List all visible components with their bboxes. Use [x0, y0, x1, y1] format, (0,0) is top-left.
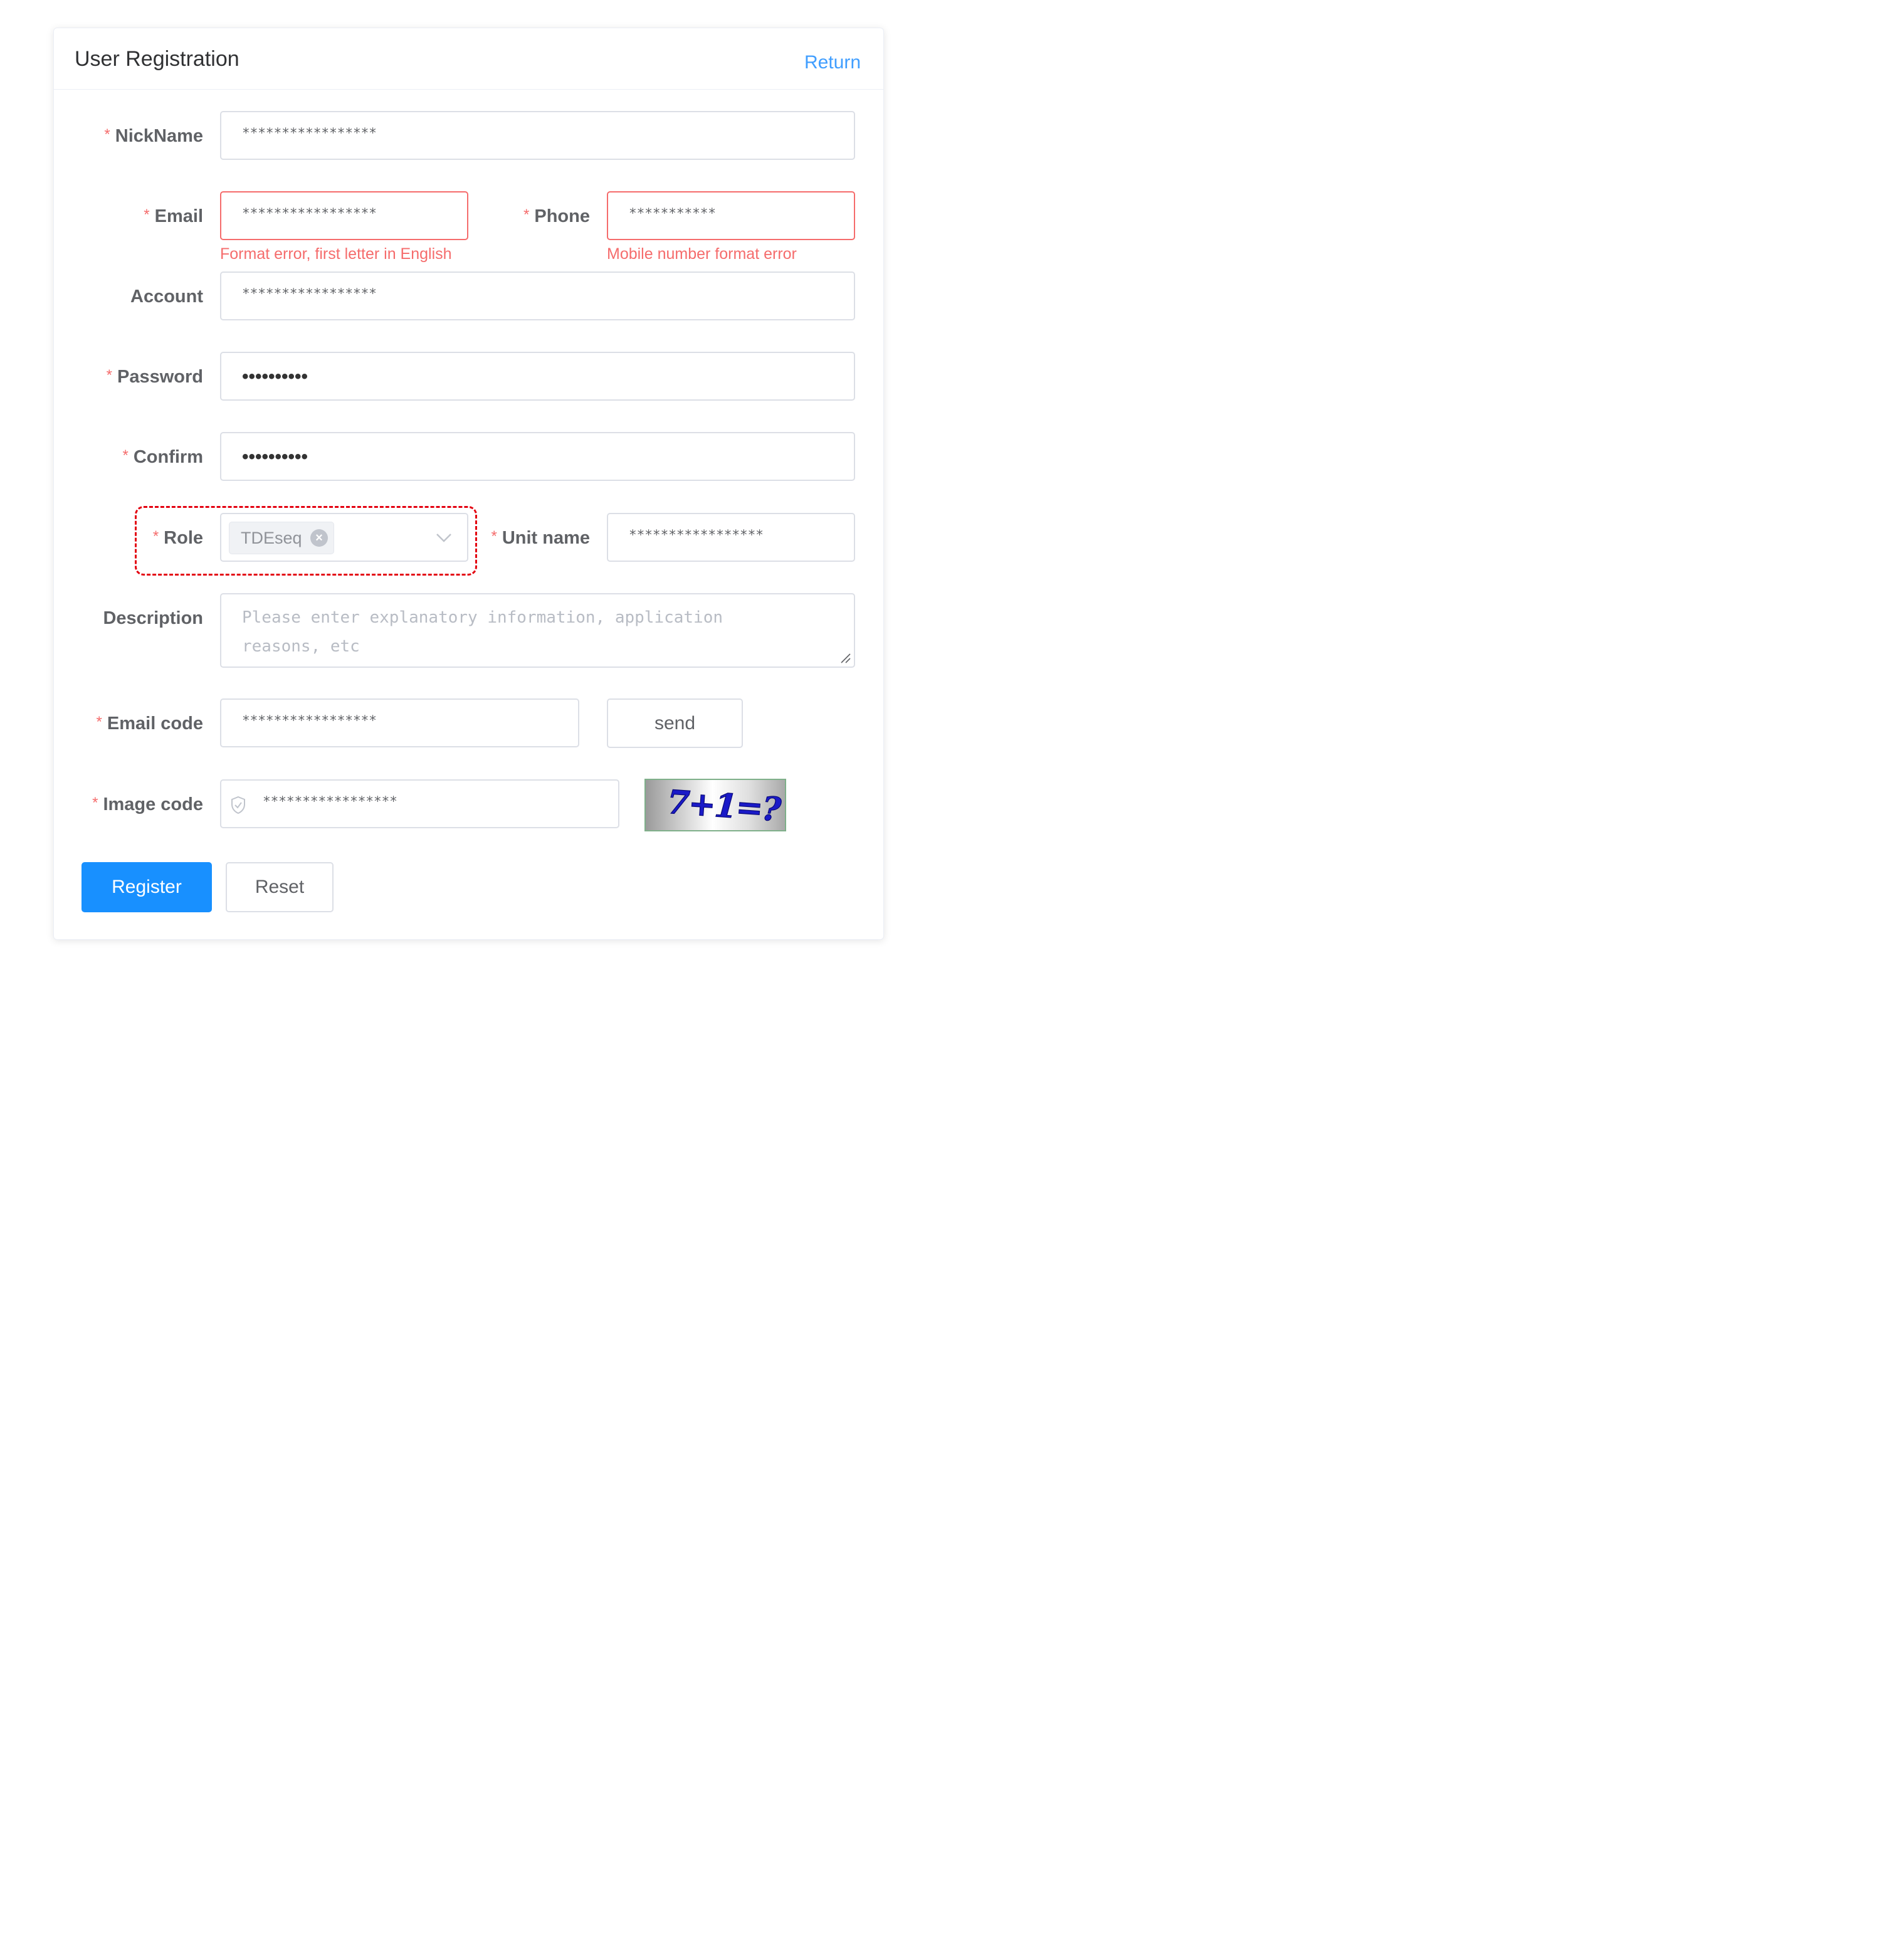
required-mark: *	[92, 794, 98, 811]
image-code-input[interactable]: *****************	[220, 779, 619, 828]
email-code-input[interactable]: *****************	[220, 698, 579, 747]
confirm-value: ••••••••••	[242, 446, 308, 467]
unit-name-value: *****************	[629, 527, 764, 542]
email-code-value: *****************	[242, 713, 377, 728]
email-value: *****************	[242, 206, 377, 221]
phone-label: * Phone	[523, 206, 590, 226]
role-tag-label: TDEseq	[241, 529, 302, 547]
unit-name-label: * Unit name	[491, 528, 590, 548]
password-label: * Password	[106, 367, 203, 387]
shield-check-icon	[231, 796, 245, 814]
image-code-value: *****************	[263, 794, 397, 809]
reset-button[interactable]: Reset	[226, 862, 334, 912]
role-label: * Role	[152, 528, 203, 548]
register-button[interactable]: Register	[81, 862, 212, 912]
captcha-text: 7+1=?	[665, 782, 783, 830]
card-header: User Registration Return	[54, 28, 883, 90]
role-select[interactable]: TDEseq ×	[220, 513, 468, 562]
password-value: ••••••••••	[242, 366, 308, 387]
phone-error: Mobile number format error	[607, 245, 797, 263]
password-input[interactable]: ••••••••••	[220, 352, 855, 401]
tag-remove-icon[interactable]: ×	[310, 529, 328, 547]
account-label: Account	[130, 287, 203, 307]
required-mark: *	[491, 528, 497, 545]
return-link[interactable]: Return	[804, 52, 861, 73]
email-code-label: * Email code	[96, 714, 203, 734]
chevron-down-icon[interactable]	[434, 528, 453, 547]
required-mark: *	[104, 126, 110, 143]
required-mark: *	[144, 206, 150, 223]
nickname-value: *****************	[242, 125, 377, 140]
resize-handle-icon[interactable]	[840, 653, 851, 664]
account-value: *****************	[242, 286, 377, 301]
captcha-image[interactable]: 7+1=?	[644, 779, 786, 831]
confirm-password-input[interactable]: ••••••••••	[220, 432, 855, 481]
send-code-button[interactable]: send	[607, 698, 743, 748]
page-title: User Registration	[75, 47, 239, 71]
required-mark: *	[152, 528, 159, 545]
nickname-input[interactable]: *****************	[220, 111, 855, 160]
account-input[interactable]: *****************	[220, 271, 855, 320]
confirm-label: * Confirm	[122, 447, 203, 467]
required-mark: *	[96, 714, 102, 730]
email-label: * Email	[144, 206, 203, 226]
phone-value: ***********	[629, 206, 717, 221]
phone-input[interactable]: ***********	[607, 191, 855, 240]
description-placeholder: Please enter explanatory information, ap…	[242, 608, 723, 656]
required-mark: *	[523, 206, 530, 223]
required-mark: *	[122, 447, 129, 464]
required-mark: *	[106, 367, 112, 384]
nickname-label: * NickName	[104, 126, 203, 146]
unit-name-input[interactable]: *****************	[607, 513, 855, 562]
email-error: Format error, first letter in English	[220, 245, 452, 263]
image-code-label: * Image code	[92, 794, 203, 814]
svg-text:7+1=?: 7+1=?	[666, 783, 782, 830]
email-input[interactable]: *****************	[220, 191, 468, 240]
description-label: Description	[103, 608, 203, 628]
role-tag: TDEseq ×	[229, 522, 334, 554]
description-textarea[interactable]: Please enter explanatory information, ap…	[220, 593, 855, 668]
